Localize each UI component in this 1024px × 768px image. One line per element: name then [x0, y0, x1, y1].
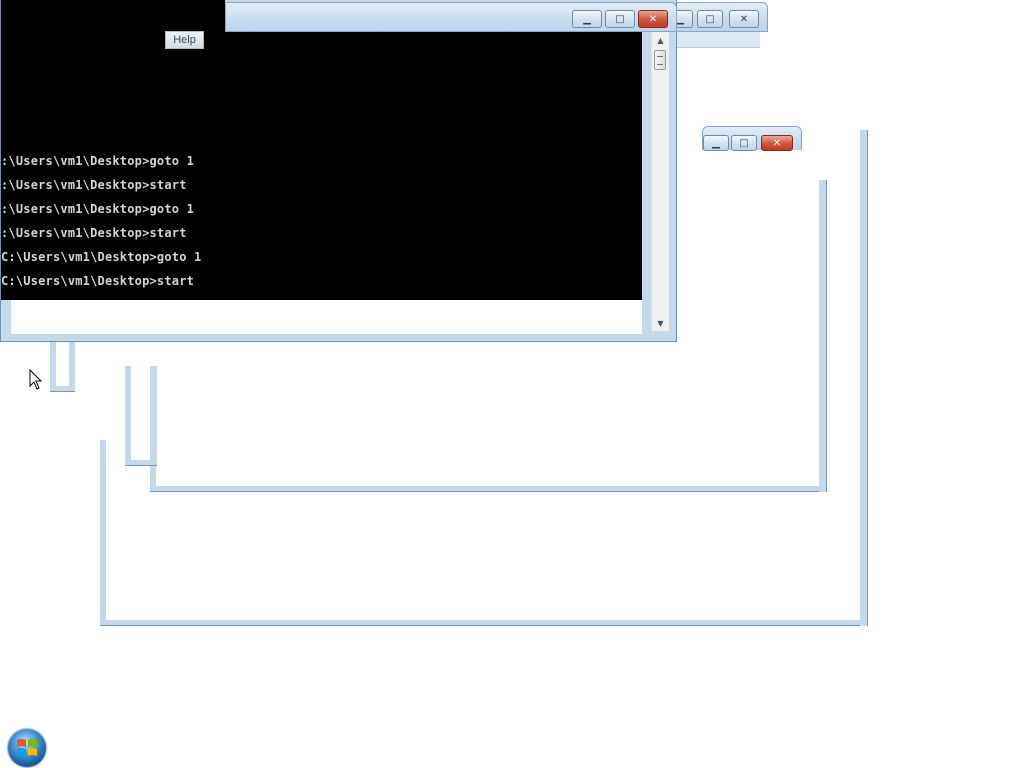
console-line: :\Users\vm1\Desktop>goto 1 [1, 202, 195, 216]
background2-close-button[interactable]: ✕ [761, 135, 793, 151]
console-lower-left-edge [1, 300, 11, 334]
console-close-button[interactable]: ✕ [638, 10, 668, 28]
background2-minimize-button[interactable]: ▁ [703, 135, 729, 151]
start-button[interactable] [8, 729, 46, 767]
console-window: ▁ □ ✕ :\Users\vm1\Desktop>goto 1 :\Users… [0, 0, 677, 342]
ghost-window-mid-right-edge [819, 180, 827, 492]
console-line: C:\Users\vm1\Desktop>goto 1 [1, 250, 202, 264]
console-titlebar[interactable]: ▁ □ ✕ [225, 2, 677, 32]
background-window-titlebar-mid[interactable]: ▁ □ ✕ [702, 126, 802, 151]
console-output[interactable]: :\Users\vm1\Desktop>goto 1 :\Users\vm1\D… [1, 32, 642, 300]
console-line: :\Users\vm1\Desktop>start [1, 178, 187, 192]
ghost-window-small [125, 366, 157, 466]
background-close-button[interactable]: ✕ [729, 10, 759, 28]
mouse-cursor-icon [29, 368, 43, 395]
console-minimize-button[interactable]: ▁ [572, 10, 602, 28]
console-line: :\Users\vm1\Desktop>goto 1 [1, 154, 195, 168]
console-line: C:\Users\vm1\Desktop>start [1, 274, 195, 288]
windows-logo-icon [17, 739, 37, 756]
console-titlebar-left-black [1, 0, 225, 32]
scroll-down-arrow-icon[interactable]: ▼ [652, 316, 669, 330]
console-maximize-button[interactable]: □ [605, 10, 635, 28]
background2-maximize-button[interactable]: □ [731, 135, 757, 151]
console-scrollbar[interactable]: ▲ ▼ [651, 32, 669, 331]
scrollbar-thumb[interactable] [654, 50, 666, 70]
ghost-window-mid [150, 366, 827, 492]
console-lower-blank [11, 300, 642, 334]
background-maximize-button[interactable]: □ [697, 10, 723, 28]
help-button[interactable]: Help [165, 31, 204, 49]
scroll-up-arrow-icon[interactable]: ▲ [652, 33, 669, 47]
console-line: :\Users\vm1\Desktop>start [1, 226, 187, 240]
background-window-body-strip [676, 32, 760, 48]
ghost-window-right-edge [860, 130, 868, 626]
